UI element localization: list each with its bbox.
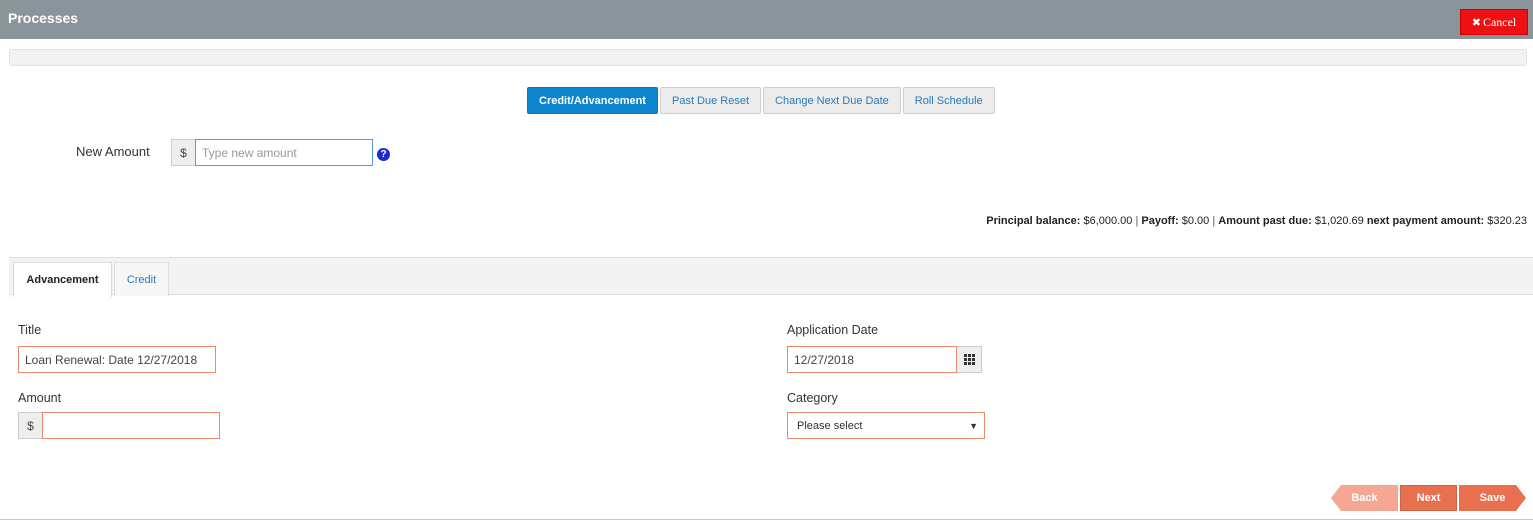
progress-strip: [9, 49, 1527, 66]
new-amount-label: New Amount: [76, 144, 150, 159]
category-select[interactable]: Please select ▼: [787, 412, 985, 439]
calendar-grid-icon[interactable]: [957, 346, 982, 373]
close-icon: ✖: [1471, 15, 1481, 29]
category-label: Category: [787, 391, 838, 405]
header-bar: Processes ✖ Cancel: [0, 0, 1533, 39]
caret-down-icon: ▼: [969, 421, 978, 431]
payoff-value: $0.00: [1181, 215, 1210, 227]
save-button[interactable]: Save: [1459, 485, 1526, 511]
currency-addon: $: [171, 139, 195, 166]
page-title: Processes: [8, 10, 79, 26]
tab-past-due-reset[interactable]: Past Due Reset: [659, 87, 762, 114]
tab-change-next-due-date[interactable]: Change Next Due Date: [763, 87, 901, 114]
processes-page: Processes ✖ Cancel Credit/Advancement Pa…: [0, 0, 1533, 521]
new-amount-group: $: [171, 139, 373, 166]
tab-credit-advancement[interactable]: Credit/Advancement: [527, 87, 658, 114]
tab-roll-schedule[interactable]: Roll Schedule: [902, 87, 995, 114]
tab-advancement[interactable]: Advancement: [13, 262, 112, 297]
separator: |: [1135, 215, 1139, 227]
application-date-group: [787, 346, 982, 373]
loan-summary: Principal balance: $6,000.00 | Payoff: $…: [986, 215, 1527, 227]
application-date-input[interactable]: [787, 346, 957, 373]
amount-label: Amount: [18, 391, 62, 405]
next-payment-label: next payment amount:: [1366, 215, 1485, 227]
form-tabs-bar: Advancement Credit: [9, 257, 1533, 297]
cancel-label: Cancel: [1482, 14, 1517, 29]
past-due-label: Amount past due:: [1218, 215, 1312, 227]
question-circle-icon[interactable]: ?: [377, 148, 390, 161]
title-input[interactable]: [18, 346, 216, 373]
title-label: Title: [18, 323, 42, 337]
back-button[interactable]: Back: [1331, 485, 1398, 511]
separator: |: [1212, 215, 1216, 227]
payoff-label: Payoff:: [1141, 215, 1179, 227]
next-payment-value: $320.23: [1487, 215, 1527, 227]
category-selected: Please select: [797, 419, 863, 432]
amount-input[interactable]: [42, 412, 220, 439]
bottom-divider: [0, 519, 1533, 520]
title-group: [18, 346, 216, 373]
process-tabs: Credit/Advancement Past Due Reset Change…: [527, 87, 995, 114]
past-due-value: $1,020.69: [1314, 215, 1364, 227]
cancel-button[interactable]: ✖ Cancel: [1460, 9, 1528, 35]
principal-value: $6,000.00: [1083, 215, 1133, 227]
currency-addon: $: [18, 412, 42, 439]
amount-group: $: [18, 412, 220, 439]
application-date-label: Application Date: [787, 323, 879, 337]
principal-label: Principal balance:: [986, 215, 1081, 227]
new-amount-input[interactable]: [195, 139, 373, 166]
next-button[interactable]: Next: [1400, 485, 1457, 511]
tab-credit[interactable]: Credit: [114, 262, 169, 296]
